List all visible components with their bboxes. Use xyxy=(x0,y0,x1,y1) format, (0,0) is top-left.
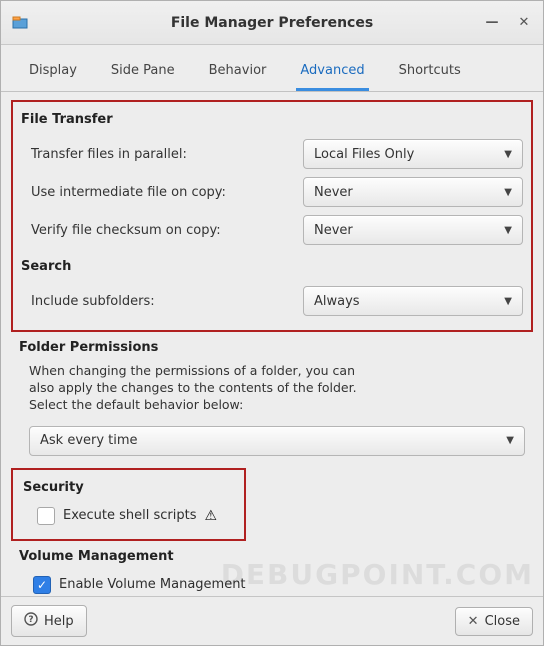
tab-advanced[interactable]: Advanced xyxy=(296,55,368,91)
subfolders-value: Always xyxy=(314,294,360,309)
verify-value: Never xyxy=(314,223,353,238)
intermediate-label: Use intermediate file on copy: xyxy=(31,185,303,200)
row-enable-volume: Enable Volume Management xyxy=(19,572,525,596)
folder-permissions-value: Ask every time xyxy=(40,433,138,448)
folder-permissions-section: Folder Permissions When changing the per… xyxy=(11,340,533,460)
window-controls: — ✕ xyxy=(483,14,533,32)
app-icon xyxy=(11,14,29,32)
window-title: File Manager Preferences xyxy=(1,15,543,31)
minimize-button[interactable]: — xyxy=(483,14,501,32)
chevron-down-icon: ▼ xyxy=(504,225,512,236)
volume-section: Volume Management Enable Volume Manageme… xyxy=(11,549,533,596)
close-window-button[interactable]: ✕ xyxy=(515,14,533,32)
folder-permissions-combo[interactable]: Ask every time ▼ xyxy=(29,426,525,456)
verify-label: Verify file checksum on copy: xyxy=(31,223,303,238)
close-button[interactable]: ✕ Close xyxy=(455,607,533,636)
content-area: File Transfer Transfer files in parallel… xyxy=(1,92,543,596)
parallel-label: Transfer files in parallel: xyxy=(31,147,303,162)
chevron-down-icon: ▼ xyxy=(506,435,514,446)
preferences-window: File Manager Preferences — ✕ Display Sid… xyxy=(0,0,544,646)
volume-heading: Volume Management xyxy=(19,549,525,564)
tab-side-pane[interactable]: Side Pane xyxy=(107,55,179,91)
footer: ? Help ✕ Close xyxy=(1,596,543,645)
execute-scripts-checkbox[interactable] xyxy=(37,507,55,525)
close-label: Close xyxy=(485,614,520,629)
row-verify: Verify file checksum on copy: Never ▼ xyxy=(21,211,523,249)
warning-icon: ⚠ xyxy=(205,508,218,524)
tab-behavior[interactable]: Behavior xyxy=(205,55,271,91)
help-label: Help xyxy=(44,614,74,629)
tab-shortcuts[interactable]: Shortcuts xyxy=(395,55,465,91)
file-transfer-heading: File Transfer xyxy=(21,112,523,127)
row-execute-scripts: Execute shell scripts ⚠ xyxy=(23,503,234,529)
intermediate-value: Never xyxy=(314,185,353,200)
folder-permissions-heading: Folder Permissions xyxy=(19,340,525,355)
chevron-down-icon: ▼ xyxy=(504,149,512,160)
row-folder-perm: Ask every time ▼ xyxy=(19,422,525,460)
row-intermediate: Use intermediate file on copy: Never ▼ xyxy=(21,173,523,211)
svg-text:?: ? xyxy=(28,615,33,625)
security-heading: Security xyxy=(23,480,234,495)
highlight-file-transfer-search: File Transfer Transfer files in parallel… xyxy=(11,100,533,332)
chevron-down-icon: ▼ xyxy=(504,296,512,307)
subfolders-label: Include subfolders: xyxy=(31,294,303,309)
intermediate-combo[interactable]: Never ▼ xyxy=(303,177,523,207)
subfolders-combo[interactable]: Always ▼ xyxy=(303,286,523,316)
tab-bar: Display Side Pane Behavior Advanced Shor… xyxy=(1,45,543,92)
parallel-combo[interactable]: Local Files Only ▼ xyxy=(303,139,523,169)
folder-permissions-desc: When changing the permissions of a folde… xyxy=(19,363,359,414)
chevron-down-icon: ▼ xyxy=(504,187,512,198)
row-subfolders: Include subfolders: Always ▼ xyxy=(21,282,523,320)
row-parallel: Transfer files in parallel: Local Files … xyxy=(21,135,523,173)
tab-display[interactable]: Display xyxy=(25,55,81,91)
execute-scripts-label: Execute shell scripts xyxy=(63,508,197,523)
close-icon: ✕ xyxy=(468,614,479,629)
parallel-value: Local Files Only xyxy=(314,147,414,162)
help-button[interactable]: ? Help xyxy=(11,605,87,637)
enable-volume-label: Enable Volume Management xyxy=(59,577,246,592)
verify-combo[interactable]: Never ▼ xyxy=(303,215,523,245)
help-icon: ? xyxy=(24,612,38,630)
enable-volume-checkbox[interactable] xyxy=(33,576,51,594)
highlight-security: Security Execute shell scripts ⚠ xyxy=(11,468,246,541)
search-heading: Search xyxy=(21,259,523,274)
titlebar: File Manager Preferences — ✕ xyxy=(1,1,543,45)
